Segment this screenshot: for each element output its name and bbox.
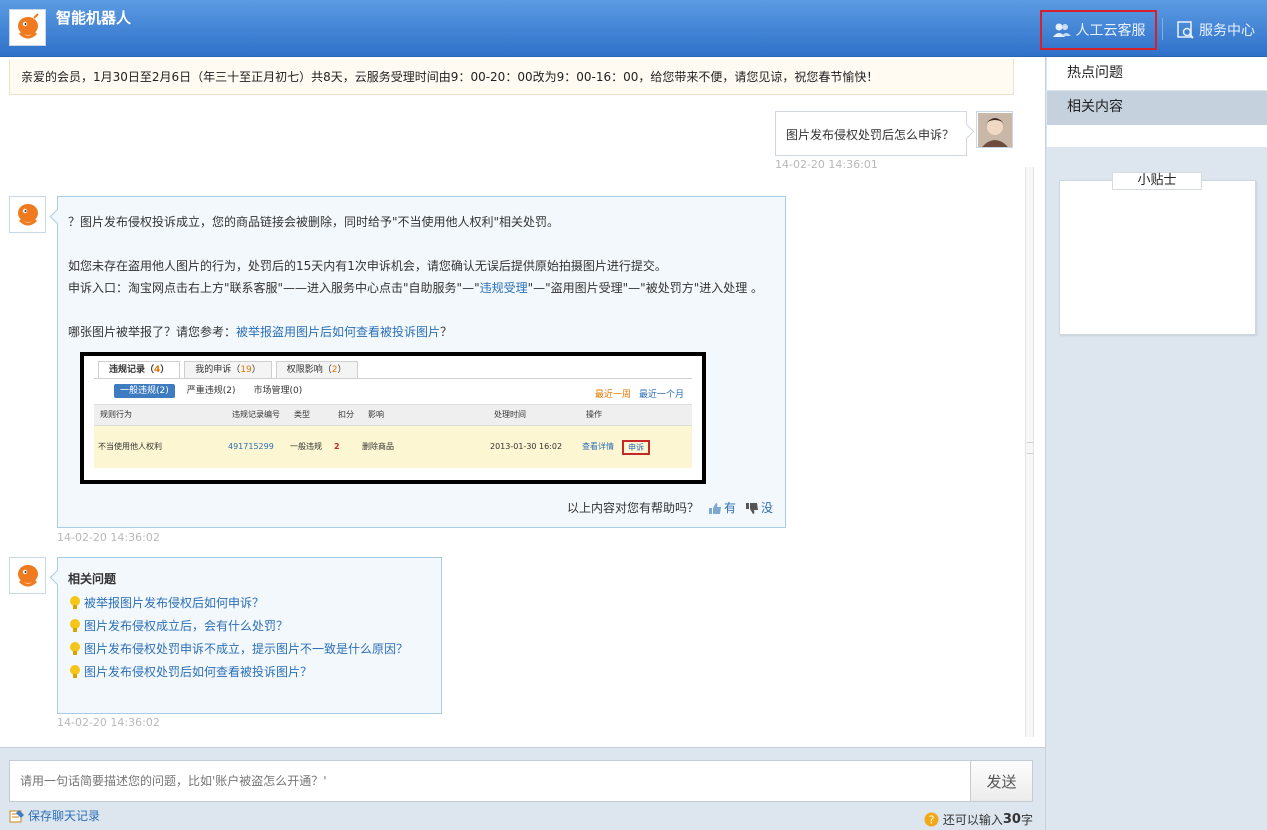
shot-tab-appeals: 我的申诉（19） xyxy=(184,361,272,378)
scrollbar-grip[interactable] xyxy=(1027,442,1033,454)
magnifier-doc-icon xyxy=(1177,21,1194,39)
shot-subtab-serious: 严重违规(2) xyxy=(186,386,236,396)
shot-tab-violations: 违规记录（4） xyxy=(98,361,181,378)
holiday-notice: 亲爱的会员，1月30日至2月6日（年三十至正月初七）共8天，云服务受理时间由9：… xyxy=(9,59,1014,95)
helpful-no-button[interactable]: 没 xyxy=(745,497,773,519)
users-icon xyxy=(1052,23,1071,37)
violation-handling-link[interactable]: 违规受理 xyxy=(480,281,528,295)
sidebar: 热点问题 相关内容 小贴士 xyxy=(1045,57,1267,830)
shot-subtab-market: 市场管理(0) xyxy=(253,386,303,396)
thumbs-down-icon xyxy=(745,502,758,514)
related-question-item[interactable]: 图片发布侵权处罚后如何查看被投诉图片？ xyxy=(68,660,431,683)
send-button[interactable]: 发送 xyxy=(970,760,1033,802)
service-center-label: 服务中心 xyxy=(1199,23,1255,39)
app-header: 智能机器人 人工云客服 服务中心 xyxy=(0,0,1267,57)
shot-tab-permissions: 权限影响（2） xyxy=(275,361,358,378)
tips-panel: 小贴士 xyxy=(1059,172,1256,335)
bot-answer-time: 14-02-20 14:36:02 xyxy=(57,531,160,544)
shot-date-range: 最近一周 最近一个月 xyxy=(594,390,684,400)
embedded-screenshot: 违规记录（4） 我的申诉（19） 权限影响（2） 一般违规(2) 严重违规(2)… xyxy=(80,352,706,484)
shot-table-row: 不当使用他人权利 491715299 一般违规 2 删除商品 2013-01-3… xyxy=(94,426,692,468)
bot-answer-bubble: ？图片发布侵权投诉成立，您的商品链接会被删除，同时给予"不当使用他人权利"相关处… xyxy=(57,196,786,528)
robot-logo-icon xyxy=(9,9,46,46)
help-icon: ? xyxy=(924,812,939,827)
tips-title: 小贴士 xyxy=(1112,172,1202,190)
bot-avatar-2 xyxy=(9,557,46,594)
answer-line-4: 哪张图片被举报了？请您参考：被举报盗用图片后如何查看被投诉图片？ xyxy=(68,325,453,339)
user-message-text: 图片发布侵权处罚后怎么申诉？ xyxy=(786,128,955,142)
tab-related-content[interactable]: 相关内容 xyxy=(1047,91,1267,125)
shot-table-header: 规则行为 违规记录编号 类型 扣分 影响 处理时间 操作 xyxy=(94,404,692,426)
user-message-time: 14-02-20 14:36:01 xyxy=(775,158,878,171)
tab-hot-questions[interactable]: 热点问题 xyxy=(1047,57,1267,91)
input-bar: 发送 保存聊天记录 ? 还可以输入30字 xyxy=(0,747,1045,830)
related-question-item[interactable]: 被举报图片发布侵权后如何申诉？ xyxy=(68,591,431,614)
shot-appeal-button: 申诉 xyxy=(622,439,650,455)
bot-avatar xyxy=(9,196,46,233)
header-divider xyxy=(1162,18,1163,40)
user-avatar xyxy=(976,111,1013,148)
human-service-label: 人工云客服 xyxy=(1075,23,1146,39)
lightbulb-icon xyxy=(70,641,80,655)
related-questions-title: 相关问题 xyxy=(68,572,117,586)
answer-line-2: 如您未存在盗用他人图片的行为，处罚后的15天内有1次申诉机会，请您确认无误后提供… xyxy=(68,259,667,273)
answer-line-1: ？图片发布侵权投诉成立，您的商品链接会被删除，同时给予"不当使用他人权利"相关处… xyxy=(68,215,560,229)
remaining-chars: ? 还可以输入 30 字 xyxy=(924,811,1033,828)
user-message-bubble: 图片发布侵权处罚后怎么申诉？ xyxy=(775,111,967,156)
related-question-item[interactable]: 图片发布侵权处罚申诉不成立，提示图片不一致是什么原因？ xyxy=(68,637,431,660)
view-reported-image-link[interactable]: 被举报盗用图片后如何查看被投诉图片 xyxy=(236,325,440,339)
feedback-row: 以上内容对您有帮助吗？ 有 没 xyxy=(567,497,773,519)
shot-subtab-general: 一般违规(2) xyxy=(114,384,175,398)
human-service-button[interactable]: 人工云客服 xyxy=(1040,10,1157,50)
svg-text:?: ? xyxy=(928,814,934,827)
save-record-icon xyxy=(9,809,24,822)
app-title: 智能机器人 xyxy=(56,9,132,27)
chat-area: 亲爱的会员，1月30日至2月6日（年三十至正月初七）共8天，云服务受理时间由9：… xyxy=(0,57,1045,747)
related-time: 14-02-20 14:36:02 xyxy=(57,716,160,729)
save-chat-link[interactable]: 保存聊天记录 xyxy=(9,807,100,824)
thumbs-up-icon xyxy=(708,502,721,514)
question-input[interactable] xyxy=(9,760,971,802)
related-question-item[interactable]: 图片发布侵权成立后，会有什么处罚？ xyxy=(68,614,431,637)
helpful-yes-button[interactable]: 有 xyxy=(708,497,736,519)
answer-line-3: 申诉入口：淘宝网点击右上方"联系客服"——进入服务中心点击"自助服务"—"违规受… xyxy=(68,281,764,295)
related-questions-bubble: 相关问题 被举报图片发布侵权后如何申诉？ 图片发布侵权成立后，会有什么处罚？ 图… xyxy=(57,557,442,714)
lightbulb-icon xyxy=(70,618,80,632)
feedback-prompt: 以上内容对您有帮助吗？ xyxy=(566,501,699,515)
lightbulb-icon xyxy=(70,664,80,678)
sidebar-content-area xyxy=(1047,125,1267,147)
lightbulb-icon xyxy=(70,595,80,609)
service-center-button[interactable]: 服务中心 xyxy=(1177,10,1255,50)
